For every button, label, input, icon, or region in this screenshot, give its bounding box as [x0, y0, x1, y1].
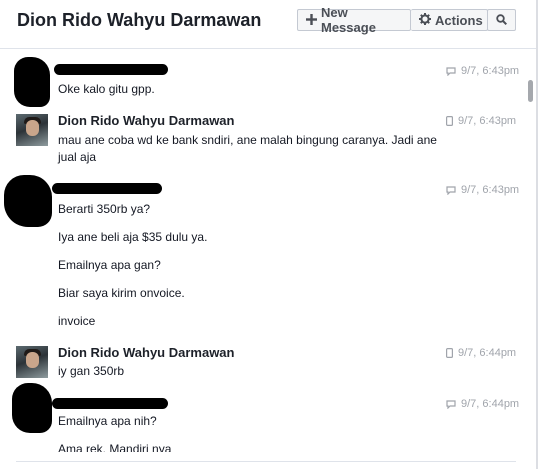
- redacted-avatar: [4, 175, 52, 227]
- search-button[interactable]: [487, 9, 516, 31]
- message-text: jual aja: [58, 150, 97, 164]
- message-text: Berarti 350rb ya?: [58, 202, 151, 216]
- message-text: mau ane coba wd ke bank sndiri, ane mala…: [58, 133, 437, 147]
- redacted-avatar: [14, 57, 50, 107]
- message-timestamp: 9/7, 6:43pm: [446, 115, 516, 127]
- chat-icon: [446, 66, 456, 76]
- mobile-icon: [446, 348, 453, 358]
- message-text: Biar saya kirim onvoice.: [58, 286, 185, 300]
- avatar[interactable]: [16, 346, 48, 378]
- redacted-name: [52, 183, 162, 194]
- message-timestamp: 9/7, 6:43pm: [446, 184, 519, 196]
- new-message-label: New Message: [321, 5, 376, 35]
- scrollbar-thumb[interactable]: [528, 80, 533, 102]
- sender-name[interactable]: Dion Rido Wahyu Darmawan: [58, 113, 234, 128]
- actions-button[interactable]: Actions: [411, 9, 488, 31]
- message-timestamp: 9/7, 6:44pm: [446, 398, 519, 410]
- avatar[interactable]: [16, 114, 48, 146]
- new-message-button[interactable]: New Message: [297, 5, 411, 35]
- gear-icon: [419, 12, 431, 28]
- message-timestamp: 9/7, 6:44pm: [446, 347, 516, 359]
- message-timestamp: 9/7, 6:43pm: [446, 65, 519, 77]
- conversation-header: Dion Rido Wahyu Darmawan New Message Act…: [0, 0, 538, 49]
- sender-name[interactable]: Dion Rido Wahyu Darmawan: [58, 345, 234, 360]
- redacted-name: [52, 398, 168, 409]
- search-icon: [496, 13, 508, 28]
- redacted-name: [54, 64, 168, 75]
- chat-icon: [446, 399, 456, 409]
- message-text: Iya ane beli aja $35 dulu ya.: [58, 230, 208, 244]
- plus-icon: [306, 12, 317, 28]
- message-text: Oke kalo gitu gpp.: [58, 82, 155, 96]
- message-text: Emailnya apa nih?: [58, 414, 157, 428]
- message-text: iy gan 350rb: [58, 364, 125, 378]
- redacted-avatar: [12, 383, 52, 433]
- message-text: Emailnya apa gan?: [58, 258, 161, 272]
- message-text: Ama rek. Mandiri nya: [58, 442, 172, 452]
- composer-divider: [16, 461, 516, 462]
- message-text: invoice: [58, 314, 96, 328]
- mobile-icon: [446, 116, 453, 126]
- conversation-title: Dion Rido Wahyu Darmawan: [17, 10, 262, 30]
- actions-label: Actions: [435, 12, 483, 28]
- chat-icon: [446, 185, 456, 195]
